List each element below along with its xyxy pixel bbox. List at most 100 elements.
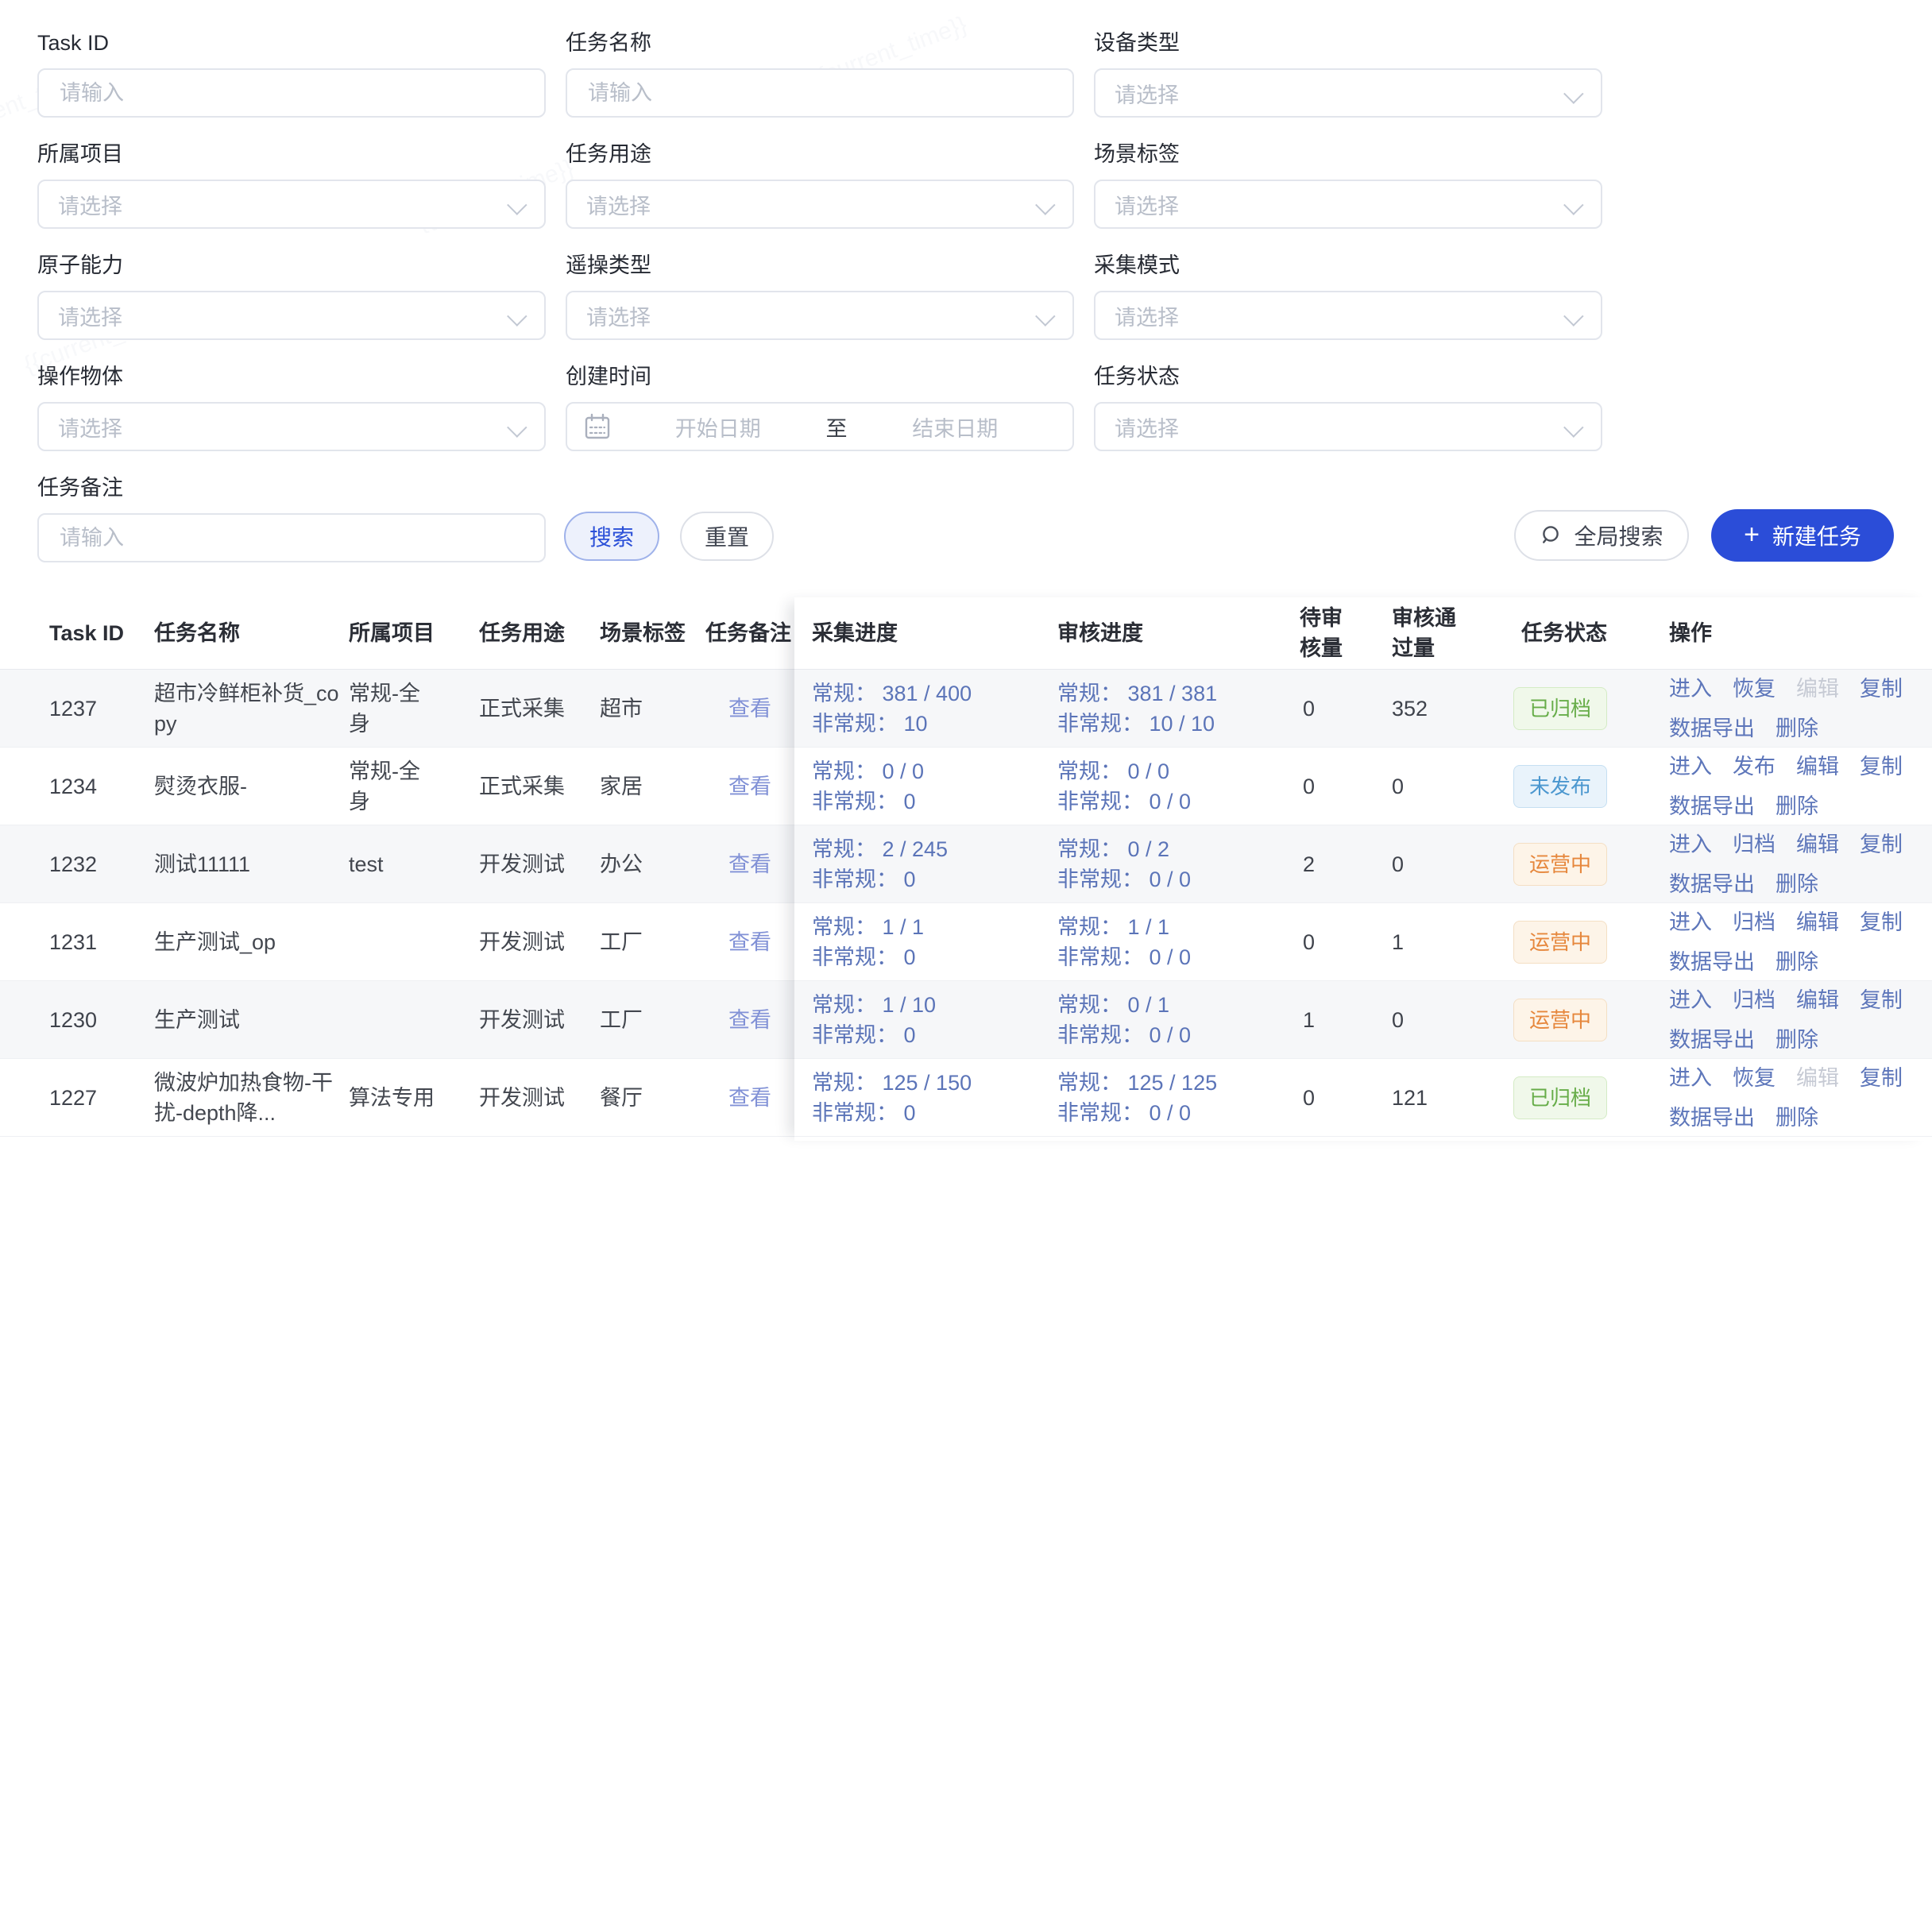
field-teleop-type: 遥操类型 请选择 <box>566 253 1074 340</box>
remark-view-link[interactable]: 查看 <box>705 694 794 724</box>
cell-name: 微波炉加热食物-干扰-depth降... <box>154 1068 341 1128</box>
action-link: 编辑 <box>1796 674 1839 704</box>
action-link[interactable]: 数据导出 <box>1669 791 1755 821</box>
field-label: 设备类型 <box>1094 30 1602 56</box>
action-link[interactable]: 删除 <box>1776 791 1818 821</box>
action-link[interactable]: 复制 <box>1860 1063 1903 1093</box>
action-link[interactable]: 复制 <box>1860 674 1903 704</box>
cell-operations: 进入 归档 编辑 复制 数据导出 删除 <box>1669 829 1932 899</box>
cell-collect-progress: 常规： 125 / 150非常规： 0 <box>812 1068 1050 1128</box>
action-link[interactable]: 数据导出 <box>1669 1103 1755 1133</box>
col-header-name: 任务名称 <box>154 618 341 648</box>
action-link[interactable]: 删除 <box>1776 713 1818 744</box>
remark-view-link[interactable]: 查看 <box>705 771 794 802</box>
cell-project: 常规-全身 <box>349 678 438 739</box>
cell-scene: 家居 <box>600 771 695 802</box>
remark-view-link[interactable]: 查看 <box>705 1083 794 1113</box>
action-link[interactable]: 进入 <box>1669 985 1712 1015</box>
cell-purpose: 开发测试 <box>479 1005 590 1035</box>
field-label: 原子能力 <box>37 253 546 278</box>
action-link[interactable]: 编辑 <box>1796 985 1839 1015</box>
action-link[interactable]: 数据导出 <box>1669 947 1755 977</box>
table-scroll-pane: 采集进度 审核进度 待审核量 审核通过量 任务状态 操作 常规： 381 / 4… <box>794 597 1932 1141</box>
action-link[interactable]: 复制 <box>1860 907 1903 937</box>
action-link[interactable]: 删除 <box>1776 869 1818 899</box>
task-status-select[interactable]: 请选择 <box>1094 402 1602 451</box>
action-link[interactable]: 编辑 <box>1796 829 1839 860</box>
end-date-placeholder[interactable]: 结束日期 <box>854 412 1057 442</box>
action-link[interactable]: 进入 <box>1669 752 1712 782</box>
new-task-button[interactable]: + 新建任务 <box>1711 509 1894 562</box>
action-link[interactable]: 复制 <box>1860 752 1903 782</box>
reset-button[interactable]: 重置 <box>680 512 774 561</box>
action-link[interactable]: 归档 <box>1733 829 1776 860</box>
action-link[interactable]: 归档 <box>1733 907 1776 937</box>
object-select[interactable]: 请选择 <box>37 402 546 451</box>
action-link[interactable]: 编辑 <box>1796 752 1839 782</box>
action-link[interactable]: 数据导出 <box>1669 869 1755 899</box>
task-id-input-box[interactable] <box>37 68 546 118</box>
remark-view-link[interactable]: 查看 <box>705 927 794 957</box>
action-link[interactable]: 进入 <box>1669 907 1712 937</box>
cell-pending: 0 <box>1303 694 1354 724</box>
action-link[interactable]: 数据导出 <box>1669 713 1755 744</box>
action-link[interactable]: 进入 <box>1669 1063 1712 1093</box>
cell-approved: 1 <box>1392 927 1487 957</box>
action-link[interactable]: 复制 <box>1860 829 1903 860</box>
task-id-input[interactable] <box>58 80 525 106</box>
action-link[interactable]: 编辑 <box>1796 907 1839 937</box>
task-remark-input-box[interactable] <box>37 513 546 562</box>
action-link[interactable]: 恢复 <box>1733 1063 1776 1093</box>
table-row: 1231 生产测试_op 开发测试 工厂 查看 <box>0 903 794 981</box>
start-date-placeholder[interactable]: 开始日期 <box>616 412 820 442</box>
col-header-scene: 场景标签 <box>600 618 695 648</box>
action-link[interactable]: 数据导出 <box>1669 1025 1755 1055</box>
action-link[interactable]: 删除 <box>1776 1103 1818 1133</box>
project-select[interactable]: 请选择 <box>37 180 546 229</box>
task-name-input-box[interactable] <box>566 68 1074 118</box>
task-remark-input[interactable] <box>58 525 525 551</box>
action-link[interactable]: 复制 <box>1860 985 1903 1015</box>
scene-tag-select[interactable]: 请选择 <box>1094 180 1602 229</box>
cell-operations: 进入 归档 编辑 复制 数据导出 删除 <box>1669 985 1932 1055</box>
action-link[interactable]: 发布 <box>1733 752 1776 782</box>
cell-approved: 0 <box>1392 849 1487 879</box>
cell-approved: 0 <box>1392 771 1487 802</box>
action-link[interactable]: 删除 <box>1776 947 1818 977</box>
remark-view-link[interactable]: 查看 <box>705 849 794 879</box>
cell-status: 未发布 <box>1513 765 1664 808</box>
cell-name: 熨烫衣服- <box>154 771 341 802</box>
cell-approved: 0 <box>1392 1005 1487 1035</box>
field-label: 任务名称 <box>566 30 1074 56</box>
action-link[interactable]: 进入 <box>1669 829 1712 860</box>
new-task-label: 新建任务 <box>1772 520 1861 551</box>
action-link[interactable]: 删除 <box>1776 1025 1818 1055</box>
cell-approved: 352 <box>1392 694 1487 724</box>
cell-collect-progress: 常规： 0 / 0非常规： 0 <box>812 756 1050 817</box>
atomic-ability-select[interactable]: 请选择 <box>37 291 546 340</box>
filter-form: Task ID 任务名称 设备类型 请选择 所属项目 请选择 任务用途 请选择 … <box>37 30 1602 562</box>
col-header-collect-progress: 采集进度 <box>812 618 1050 648</box>
task-name-input[interactable] <box>586 80 1053 106</box>
col-header-project: 所属项目 <box>349 618 438 648</box>
action-link[interactable]: 恢复 <box>1733 674 1776 704</box>
cell-status: 已归档 <box>1513 687 1664 730</box>
search-icon <box>1540 524 1563 547</box>
table-row: 1230 生产测试 开发测试 工厂 查看 <box>0 981 794 1059</box>
cell-operations: 进入 归档 编辑 复制 数据导出 删除 <box>1669 907 1932 977</box>
global-search-button[interactable]: 全局搜索 <box>1514 510 1689 561</box>
remark-view-link[interactable]: 查看 <box>705 1005 794 1035</box>
cell-status: 已归档 <box>1513 1076 1664 1119</box>
teleop-type-select[interactable]: 请选择 <box>566 291 1074 340</box>
action-link[interactable]: 进入 <box>1669 674 1712 704</box>
search-button[interactable]: 搜索 <box>564 512 659 561</box>
purpose-select[interactable]: 请选择 <box>566 180 1074 229</box>
task-table: Task ID 任务名称 所属项目 任务用途 场景标签 任务备注 1237 超市… <box>0 597 1932 1141</box>
device-type-select[interactable]: 请选择 <box>1094 68 1602 118</box>
field-label: 任务用途 <box>566 141 1074 167</box>
create-time-range-picker[interactable]: 开始日期 至 结束日期 <box>566 402 1074 451</box>
cell-task-id: 1230 <box>49 1005 137 1035</box>
collect-mode-select[interactable]: 请选择 <box>1094 291 1602 340</box>
action-link[interactable]: 归档 <box>1733 985 1776 1015</box>
cell-task-id: 1227 <box>49 1083 137 1113</box>
